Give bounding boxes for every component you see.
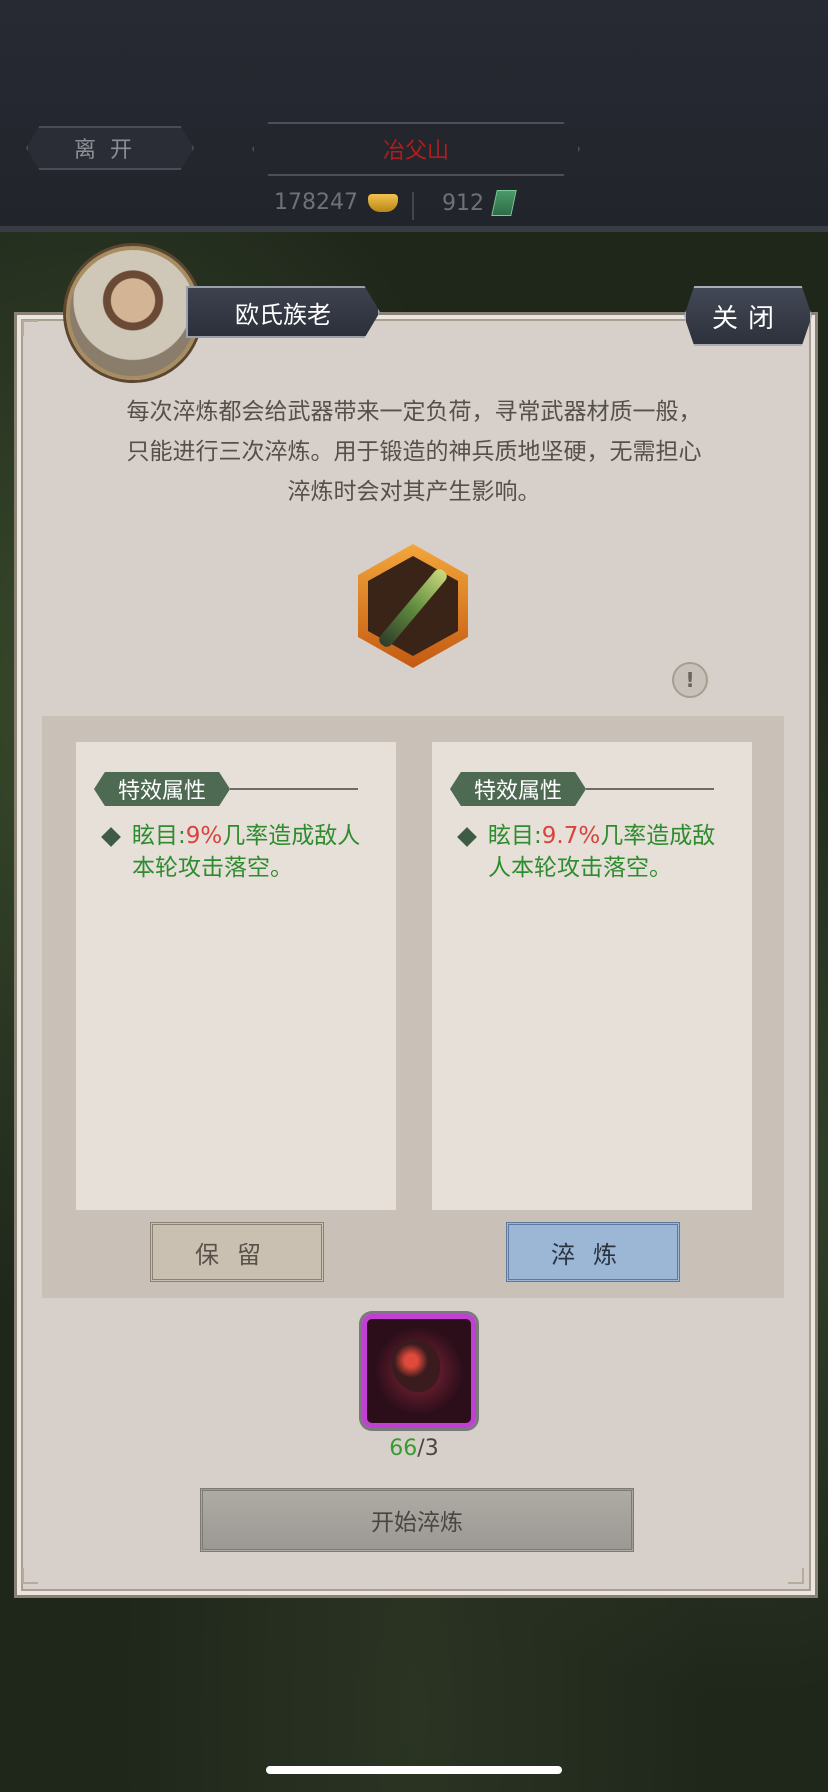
attribute-text: 眩目:9%几率造成敌人本轮攻击落空。 (132, 823, 361, 881)
start-refine-button[interactable]: 开始淬炼 (200, 1488, 634, 1552)
jade-currency: 912 (442, 190, 517, 216)
description-line: 淬炼时会对其产生影响。 (287, 479, 541, 505)
home-indicator[interactable] (266, 1766, 562, 1774)
tag-label: 特效属性 (94, 772, 231, 806)
tag-line (586, 788, 714, 790)
material-count: 66/3 (389, 1436, 439, 1461)
currency-divider (412, 192, 414, 220)
leave-button[interactable]: 离开 (26, 126, 194, 170)
diamond-bullet-icon (457, 827, 477, 847)
panel-corner (22, 1568, 38, 1584)
attribute-item: 眩目:9%几率造成敌人本轮攻击落空。 (100, 820, 376, 884)
tag-line (230, 788, 358, 790)
npc-avatar (66, 246, 200, 380)
diamond-bullet-icon (101, 827, 121, 847)
panel-corner (22, 320, 38, 336)
top-bar (0, 0, 828, 232)
card-tag: 特效属性 (450, 772, 714, 806)
attribute-text: 眩目:9.7%几率造成敌人本轮攻击落空。 (488, 823, 716, 881)
location-title: 冶父山 (252, 122, 580, 176)
description-line: 每次淬炼都会给武器带来一定负荷，寻常武器材质一般， (126, 399, 702, 425)
info-icon[interactable]: ! (672, 662, 708, 698)
new-attributes-card (432, 742, 752, 1210)
jade-amount: 912 (442, 190, 484, 216)
current-attributes-card (76, 742, 396, 1210)
description: 每次淬炼都会给武器带来一定负荷，寻常武器材质一般， 只能进行三次淬炼。用于锻造的… (100, 392, 728, 512)
jade-icon (491, 190, 517, 216)
panel-corner (788, 1568, 804, 1584)
npc-name: 欧氏族老 (186, 286, 380, 338)
gold-ingot-icon (367, 193, 398, 212)
keep-button[interactable]: 保留 (150, 1222, 324, 1282)
gold-amount: 178247 (274, 190, 358, 215)
refine-button[interactable]: 淬炼 (506, 1222, 680, 1282)
tag-label: 特效属性 (450, 772, 587, 806)
attribute-value: 9% (185, 823, 223, 849)
description-line: 只能进行三次淬炼。用于锻造的神兵质地坚硬，无需担心 (126, 439, 702, 465)
attribute-value: 9.7% (541, 823, 601, 849)
gold-currency: 178247 (274, 190, 398, 215)
attribute-item: 眩目:9.7%几率造成敌人本轮攻击落空。 (456, 820, 732, 884)
card-tag: 特效属性 (94, 772, 358, 806)
close-button[interactable]: 关闭 (684, 286, 812, 346)
